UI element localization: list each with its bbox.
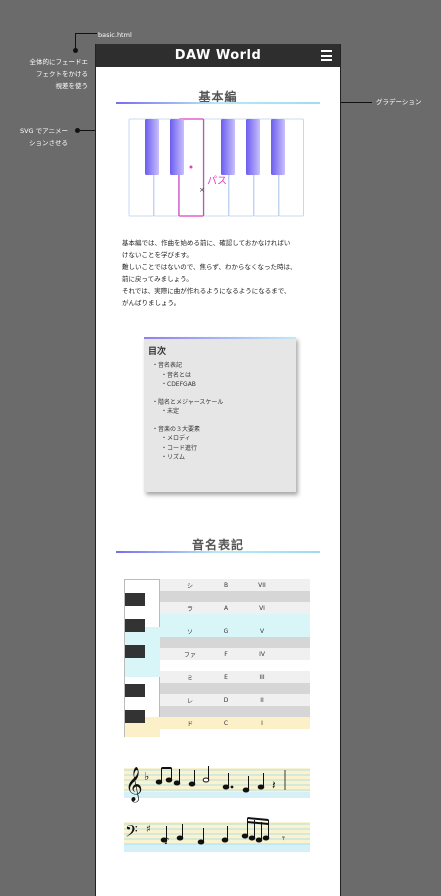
annotation-line: 視差を使う [55,82,89,90]
annotation-fade: 全体的にフェードエ フェクトをかける 視差を使う [4,56,89,92]
note-name-chart: シ B VII ラ A VI ソ G V ファ F IV ミ E III レ D II ド C I [124,579,310,737]
toc-spacer [152,390,223,398]
piano-side [124,579,160,737]
toc-item[interactable]: ・メロディ [152,434,223,444]
note-roman: II [260,696,264,704]
note-row: ソGV [160,625,310,637]
intro-line: 基本編では、作曲を始める前に、確認しておかなければい [122,239,291,247]
treble-staff: 𝄞 ♭ 𝄽 [124,766,310,803]
bass-staff: 𝄢 ♯ ♪ 𝄾 [124,817,310,852]
annotation-line: フェクトをかける [36,70,88,78]
note-roman: VI [259,604,265,612]
toc-item[interactable]: ・音名表記 [152,361,223,371]
intro-line: それでは、実際に曲が作れるようになるようになるまで、 [122,287,291,295]
leader-line [75,33,97,34]
note-row: レ D II [160,694,310,706]
note-solfege: ラ [186,605,193,613]
note-solfege: レ [186,697,193,705]
note-letter: C [223,719,229,727]
note-solfege: ファ [183,651,196,659]
hamburger-menu-icon[interactable] [321,50,332,61]
note-row: ラ A VI [160,602,310,614]
annotation-svg: SVG でアニメー ションさせる [4,125,68,149]
note-roman: IV [259,650,265,658]
note-row-gap [160,591,310,602]
note-row: ミ E III [160,671,310,683]
intro-line: けないことを学びます。 [122,251,193,259]
toc-item[interactable]: ・音楽の３大要素 [152,425,223,435]
sharp-icon: ♯ [146,824,151,835]
note-row-gap [160,614,310,625]
note-rows: シ B VII ラ A VI ソ G V ファ F IV ミ E III レ D II ド C I [160,579,310,729]
annotation-file: basic.html [98,31,132,39]
toc-item[interactable]: ・コード進行 [152,444,223,454]
toc-item[interactable]: ・音名とは [152,371,223,381]
note-roman: VII [258,581,266,589]
note-solfege: ド [186,720,193,728]
heading-gradient-line [116,102,320,104]
piano-path-label: パス [207,175,227,187]
flat-icon: ♭ [144,770,149,783]
rest-icon: 𝄽 [272,778,276,792]
annotation-line: SVG でアニメー [19,127,68,135]
note-letter: D [223,696,229,704]
intro-line: がんばりましょう。 [122,299,181,307]
note-roman: III [259,673,265,681]
note-row-gap [160,683,310,694]
svg-text:♪: ♪ [164,837,170,847]
annotation-line: 全体的にフェードエ [29,58,89,66]
toc-item[interactable]: ・CDEFGAB [152,380,223,390]
note-letter: G [223,627,229,635]
svg-text:×: × [199,186,205,194]
toc-gradient-line [144,337,296,339]
note-letter: B [223,581,229,589]
note-solfege: シ [186,582,193,590]
note-row-gap [160,637,310,648]
site-title[interactable]: DAW World [175,48,262,63]
toc-spacer [152,417,223,425]
toc-item[interactable]: ・階名とメジャースケール [152,398,223,408]
note-letter: E [224,673,228,681]
toc-title: 目次 [148,347,167,357]
note-row: ドCI [160,717,310,729]
intro-paragraph: 基本編では、作曲を始める前に、確認しておかなければい けないことを学びます。 難… [122,237,317,309]
note-solfege: ソ [186,628,193,636]
bass-clef-icon: 𝄢 [125,821,138,845]
note-row-gap [160,706,310,717]
annotation-gradation: グラデーション [376,98,422,106]
music-score: 𝄞 ♭ 𝄽 𝄢 ♯ ♪ 𝄾 [124,766,310,852]
phone-frame: DAW World 基本編 パス × 基本編では、作曲を始める前に、確認しておか… [95,44,341,896]
note-roman: V [259,627,265,635]
note-letter: A [223,604,229,612]
note-roman: I [261,719,263,727]
toc-list: ・音名表記 ・音名とは ・CDEFGAB ・階名とメジャースケール ・未定・音楽の３大要… [152,361,223,463]
toc-item[interactable]: ・リズム [152,453,223,463]
note-row-gap [160,660,310,671]
leader-dot [72,48,78,53]
intro-line: 前に戻ってみましょう。 [122,275,193,283]
treble-clef-icon: 𝄞 [125,767,143,803]
heading-gradient-line [116,551,320,553]
table-of-contents: 目次 ・音名表記 ・音名とは ・CDEFGAB ・階名とメジャースケール ・未定・音楽の… [144,337,296,492]
note-solfege: ミ [186,674,193,682]
note-letter: F [224,650,228,658]
note-row: ファ F IV [160,648,310,660]
toc-item[interactable]: ・未定 [152,407,223,417]
header-bar: DAW World [96,44,340,67]
annotation-line: ションさせる [29,139,68,147]
note-row: シ B VII [160,579,310,591]
intro-line: 難しいことではないので、焦らず、わからなくなった時は、 [122,263,297,271]
rest-icon: 𝄾 [282,832,285,845]
piano-keys-animation: パス × [128,118,304,217]
